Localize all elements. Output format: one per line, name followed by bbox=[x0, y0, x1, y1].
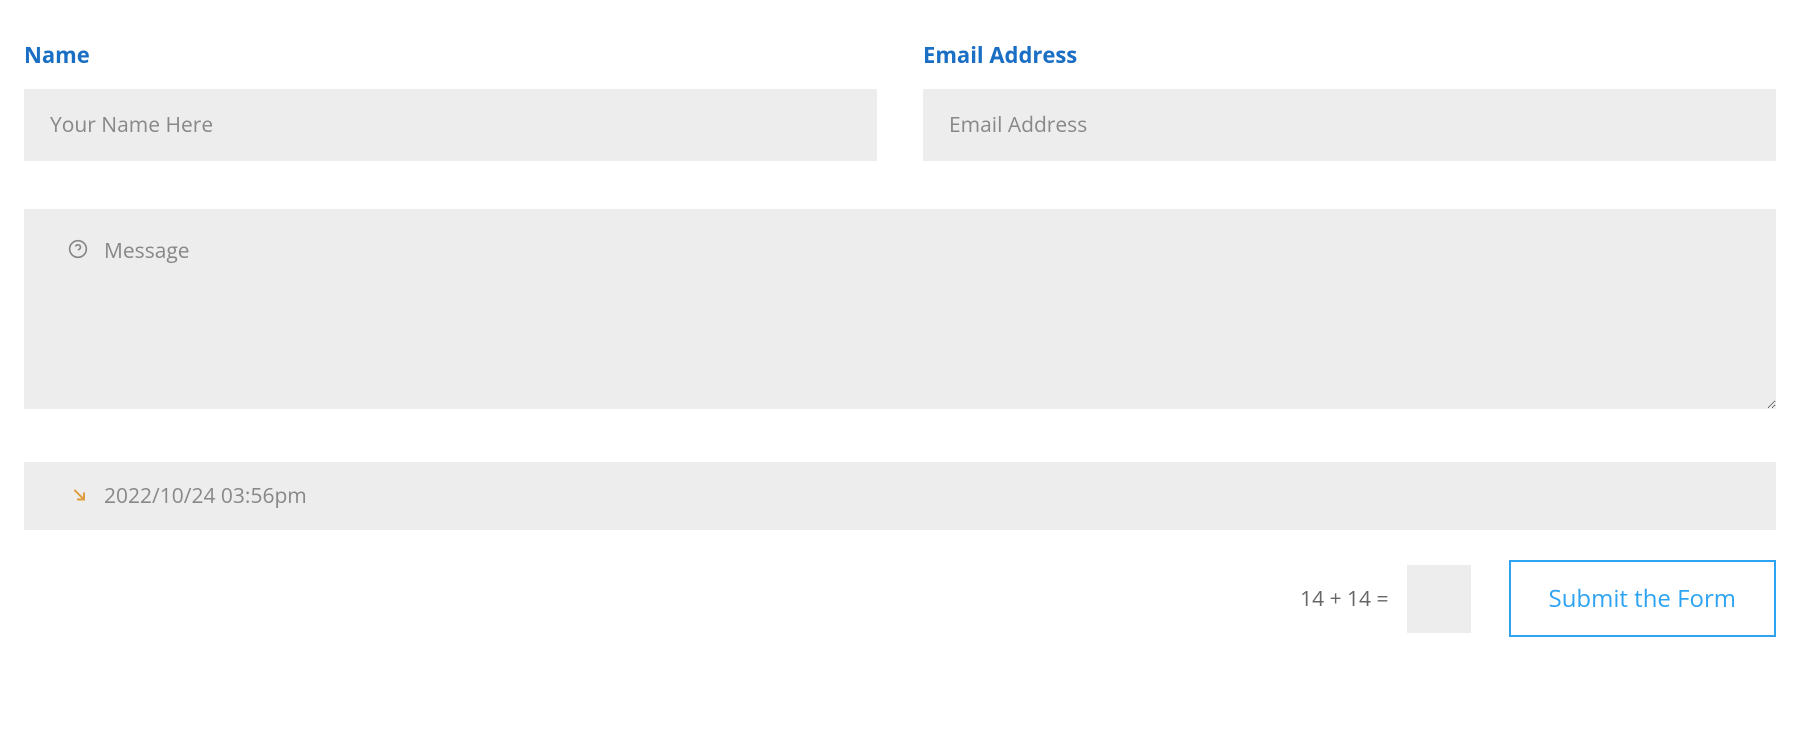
name-field-group: Name bbox=[24, 40, 877, 161]
datetime-field-group bbox=[24, 462, 1776, 530]
name-label: Name bbox=[24, 40, 877, 70]
name-input[interactable] bbox=[24, 89, 877, 161]
email-input[interactable] bbox=[923, 89, 1776, 161]
email-field-group: Email Address bbox=[923, 40, 1776, 161]
submit-button[interactable]: Submit the Form bbox=[1509, 560, 1776, 637]
contact-form: Name Email Address 14 + 14 = bbox=[24, 40, 1776, 637]
message-field-group bbox=[24, 209, 1776, 414]
top-field-row: Name Email Address bbox=[24, 40, 1776, 161]
datetime-input[interactable] bbox=[24, 462, 1776, 530]
captcha-input[interactable] bbox=[1407, 565, 1471, 633]
submit-row: 14 + 14 = Submit the Form bbox=[24, 560, 1776, 637]
email-label: Email Address bbox=[923, 40, 1776, 70]
captcha-question: 14 + 14 = bbox=[1300, 585, 1388, 613]
message-textarea[interactable] bbox=[24, 209, 1776, 409]
